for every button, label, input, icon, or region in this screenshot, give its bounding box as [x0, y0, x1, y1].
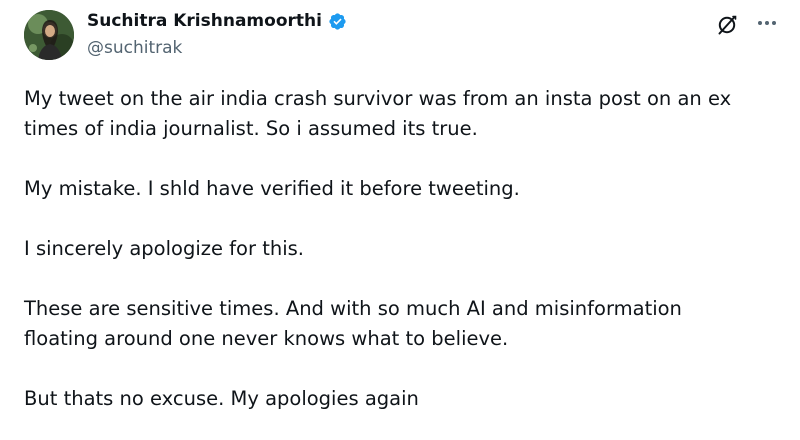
author-handle[interactable]: @suchitrak	[87, 38, 182, 58]
tweet-paragraph: These are sensitive times. And with so m…	[24, 297, 682, 350]
verified-badge-icon	[328, 12, 347, 31]
avatar[interactable]	[24, 10, 74, 60]
tweet-paragraph: My tweet on the air india crash survivor…	[24, 87, 732, 140]
tweet-card: Suchitra Krishnamoorthi @suchitrak My tw…	[0, 0, 800, 440]
more-icon[interactable]	[753, 11, 781, 35]
tweet-paragraph: I sincerely apologize for this.	[24, 237, 304, 260]
grok-icon[interactable]	[716, 14, 738, 36]
author-name-row: Suchitra Krishnamoorthi	[87, 11, 347, 31]
tweet-paragraph: My mistake. I shld have verified it befo…	[24, 177, 520, 200]
author-display-name[interactable]: Suchitra Krishnamoorthi	[87, 11, 322, 31]
tweet-paragraph: But thats no excuse. My apologies again	[24, 387, 419, 410]
tweet-text: My tweet on the air india crash survivor…	[24, 84, 784, 414]
